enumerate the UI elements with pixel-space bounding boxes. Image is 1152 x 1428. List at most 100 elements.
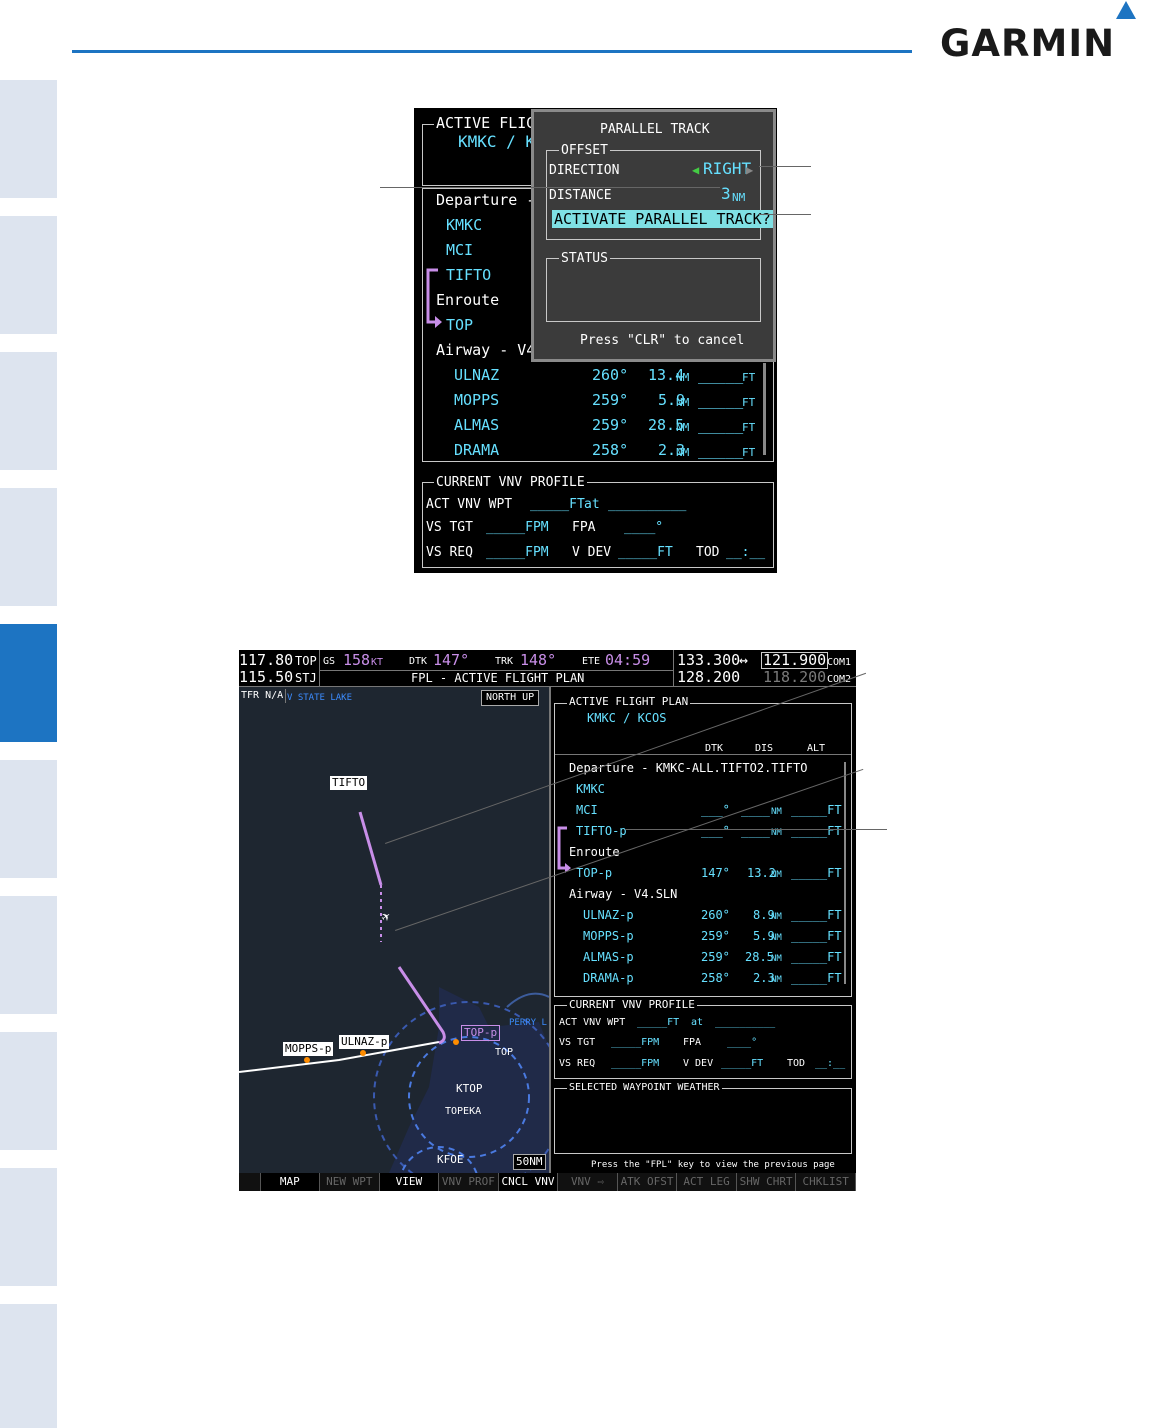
map-waypoint-top-p[interactable]: TOP-p [461,1025,501,1041]
direction-value: RIGHT [703,159,752,178]
row-wpt: ALMAS-p [583,950,634,964]
chapter-tab[interactable] [0,80,57,198]
row-dtk: 260° [592,366,629,384]
ete-value: 04:59 [605,651,651,669]
activate-parallel-track-button[interactable]: ACTIVATE PARALLEL TRACK? [552,210,773,228]
navigation-map[interactable]: TFR N/A V STATE LAKE NORTH UP TIFTO MOPP… [239,687,549,1173]
row-dtk: 260° [701,908,730,922]
chapter-tab[interactable] [0,1304,57,1428]
row-alt: _____FT [791,824,842,838]
active-leg-bracket-icon [426,268,442,328]
row-alt: _____FT [791,929,842,943]
chapter-tab[interactable] [0,352,57,470]
map-airport-ktop[interactable]: KTOP [456,1082,483,1096]
chapter-tab[interactable] [0,1168,57,1286]
wpt-mci[interactable]: MCI [446,241,473,259]
ete-label: ETE [582,656,601,667]
softkey-atk-ofst[interactable]: ATK OFST [618,1173,678,1191]
softkey-chklist[interactable]: CHKLIST [796,1173,856,1191]
map-canvas [239,811,549,1173]
fpl-scrollbar[interactable] [763,363,766,455]
softkey[interactable] [239,1173,261,1191]
fpl-enroute: Enroute [569,845,620,859]
nav-active-freq[interactable]: 117.80 [239,652,293,669]
page-title: FPL - ACTIVE FLIGHT PLAN [411,671,585,685]
tod-label: TOD [787,1058,806,1069]
row-dtk: 259° [701,950,730,964]
fpl-pane-title: ACTIVE FLIGHT PLAN [567,695,691,709]
wpt-kmkc[interactable]: KMKC [446,216,482,234]
softkey-map[interactable]: MAP [260,1173,321,1191]
row-dtk: 258° [592,441,629,459]
row-dtk: 147° [701,866,730,880]
row-alt: _____ [698,366,744,384]
com2-active-freq[interactable]: 128.200 [677,669,740,686]
row-dtk: 259° [592,416,629,434]
wpt-top[interactable]: TOP [446,316,473,334]
tfr-status: TFR N/A [241,689,287,703]
map-waypoint-ulnaz[interactable]: ULNAZ-p [339,1035,390,1049]
dtk-label: DTK [409,656,428,667]
distance-label: DISTANCE [549,188,612,203]
direction-label: DIRECTION [549,163,620,178]
chapter-tab[interactable] [0,896,57,1014]
map-waypoint-tifto[interactable]: TIFTO [330,776,368,790]
row-wpt: ALMAS [454,416,500,434]
chapter-tab[interactable] [0,216,57,334]
softkey-act-leg[interactable]: ACT LEG [677,1173,737,1191]
chapter-tab[interactable] [0,1032,57,1150]
act-vnv-wpt-value: _____FT [530,497,585,512]
divider [549,687,551,1173]
nav-active-id: TOP [295,654,317,668]
row-alt: _____FT [791,908,842,922]
fpl-scrollbar[interactable] [844,762,846,984]
row-dis-unit: NM [676,371,690,384]
softkey-vnv-direct[interactable]: VNV ⇨ [558,1173,618,1191]
wpt-tifto[interactable]: TIFTO [446,266,491,284]
map-label-perry: PERRY L [509,1018,547,1028]
gs-label: GS [323,656,336,667]
act-vnv-at: at [584,497,600,512]
tod-label: TOD [696,545,720,560]
row-dis-unit: NM [771,807,782,817]
act-vnv-wpt-label: ACT VNV WPT [559,1017,626,1028]
map-waypoint-mopps[interactable]: MOPPS-p [283,1042,334,1056]
map-label-lake: V STATE LAKE [287,693,353,703]
row-dtk: 259° [701,929,730,943]
row-dis: 28.5 [745,950,774,964]
chapter-tab[interactable] [0,488,57,606]
chapter-tab[interactable] [0,760,57,878]
row-wpt: DRAMA-p [583,971,634,985]
map-orientation[interactable]: NORTH UP [481,690,540,706]
row-dis-unit: NM [771,933,782,943]
com1-label: COM1 [827,657,852,668]
map-airport-kfoe[interactable]: KFOE [437,1153,464,1167]
nav-standby-freq[interactable]: 115.50 [239,669,293,686]
row-wpt: DRAMA [454,441,500,459]
softkey-cncl-vnv[interactable]: CNCL VNV [498,1173,559,1191]
fpa-label: FPA [683,1037,702,1048]
row-alt: _____FT [791,971,842,985]
row-alt-unit: FT [742,421,756,434]
softkey-view[interactable]: VIEW [379,1173,440,1191]
map-range[interactable]: 50NM [513,1154,546,1170]
softkey-new-wpt[interactable]: NEW WPT [320,1173,380,1191]
row-dtk: 259° [592,391,629,409]
popup-title: PARALLEL TRACK [600,122,710,137]
softkey-shw-chrt[interactable]: SHW CHRT [737,1173,797,1191]
garmin-logo: GARMIN [940,1,1136,68]
vnv-pane-title: CURRENT VNV PROFILE [567,998,697,1012]
distance-value: 3 [721,184,731,203]
trk-value: 148° [520,651,557,669]
com2-standby-freq[interactable]: 118.200 [763,669,826,686]
row-wpt: TIFTO-p [576,824,627,838]
vs-req-value: _____FPM [611,1058,660,1069]
softkey-vnv-prof[interactable]: VNV PROF [439,1173,499,1191]
chapter-tab-active[interactable] [0,624,57,742]
com1-standby-freq[interactable]: 121.900 [761,652,829,669]
dtk-value: 147° [433,651,470,669]
triangle-left-icon: ◀ [692,163,700,177]
map-vor-top[interactable]: TOP [495,1046,513,1060]
fpl-parallel-track-screen: ACTIVE FLIGHT KMKC / KC Departure - K KM… [414,108,777,573]
com1-active-freq[interactable]: 133.300 [677,652,740,669]
